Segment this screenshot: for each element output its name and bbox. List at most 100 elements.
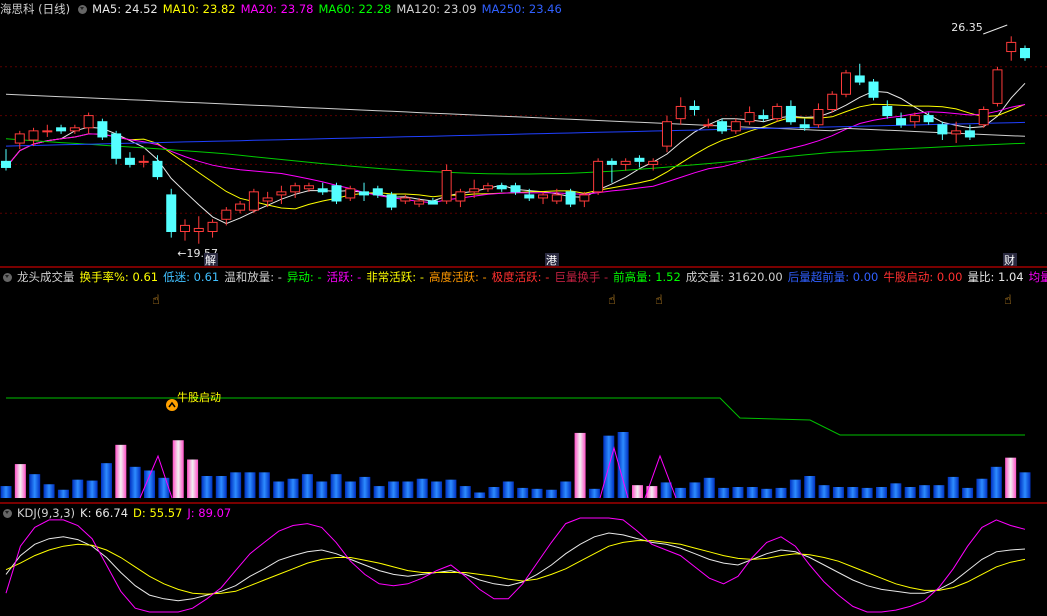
volume-bar bbox=[718, 487, 730, 498]
candle-body bbox=[565, 191, 576, 205]
candle-body bbox=[992, 69, 1003, 104]
candle bbox=[359, 182, 370, 201]
legend-item: 后量超前量: 0.00 bbox=[788, 270, 879, 284]
legend-value: 0.00 bbox=[936, 270, 963, 284]
threshold-line bbox=[6, 397, 1025, 436]
candlestick-chart[interactable]: 26.35←19.57解港财 bbox=[0, 0, 1047, 266]
hand-pointer-icon: ☝ bbox=[608, 293, 616, 308]
volume-bar bbox=[359, 476, 371, 498]
legend-item: 活跃: - bbox=[327, 270, 362, 284]
candle-body bbox=[290, 185, 301, 193]
price-chart-pane[interactable]: 海思科 (日线) MA5: 24.52 MA10: 23.82 MA20: 23.78… bbox=[0, 0, 1047, 266]
candle-body bbox=[303, 185, 314, 190]
legend-value: 1.04 bbox=[998, 270, 1024, 284]
volume-bar bbox=[388, 481, 400, 498]
volume-bar bbox=[861, 487, 873, 498]
price-header: 海思科 (日线) MA5: 24.52 MA10: 23.82 MA20: 23.78… bbox=[0, 0, 572, 18]
candle bbox=[1020, 45, 1030, 61]
indicator-dropdown-icon[interactable] bbox=[3, 509, 12, 518]
legend-item: 牛股启动: 0.00 bbox=[883, 270, 962, 284]
candle-body bbox=[964, 130, 975, 138]
legend-label: MA120: bbox=[396, 2, 444, 16]
volume-bar bbox=[316, 481, 328, 498]
legend-value: 66.74 bbox=[95, 506, 129, 520]
volume-bar bbox=[0, 486, 12, 498]
candle-body bbox=[166, 194, 177, 232]
volume-bar bbox=[244, 472, 256, 498]
volume-bar bbox=[531, 488, 543, 498]
candle-body bbox=[1006, 41, 1017, 53]
kdj-pane[interactable]: KDJ(9,3,3) K: 66.74 D: 55.57 J: 89.07 bbox=[0, 504, 1047, 616]
candle-body bbox=[372, 188, 383, 196]
candle-body bbox=[868, 81, 879, 98]
candle-body bbox=[138, 160, 149, 163]
legend-item: K: 66.74 bbox=[80, 506, 128, 520]
volume-header: 龙头成交量 换手率%: 0.61 低迷: 0.61 温和放量: - 异动: - 活跃: -… bbox=[0, 268, 1047, 286]
candle bbox=[124, 152, 135, 168]
volume-bar bbox=[215, 476, 227, 498]
candle bbox=[152, 155, 163, 180]
candle-body bbox=[97, 121, 108, 138]
volume-bar bbox=[746, 487, 758, 498]
legend-label: MA20: bbox=[240, 2, 281, 16]
volume-bar bbox=[675, 487, 687, 498]
candle bbox=[427, 197, 438, 205]
ma-legend: MA5: 24.52 MA10: 23.82 MA20: 23.78 MA60: 22… bbox=[92, 2, 567, 16]
candle bbox=[730, 118, 741, 134]
volume-bar bbox=[904, 487, 916, 498]
legend-label: 前高量: bbox=[613, 270, 656, 284]
volume-chart[interactable]: ☝ ☝ ☝ ☝ 牛股启动 bbox=[0, 268, 1047, 502]
candle-body bbox=[345, 188, 356, 199]
candle bbox=[565, 188, 576, 208]
legend-label: 换手率%: bbox=[79, 270, 133, 284]
legend-item: 前高量: 1.52 bbox=[613, 270, 681, 284]
volume-pane[interactable]: 龙头成交量 换手率%: 0.61 低迷: 0.61 温和放量: - 异动: - 活跃: -… bbox=[0, 268, 1047, 502]
legend-value: 89.07 bbox=[198, 506, 232, 520]
legend-label: 后量超前量: bbox=[787, 270, 853, 284]
indicator-dropdown-icon[interactable] bbox=[3, 273, 12, 282]
candle bbox=[482, 182, 493, 192]
legend-label: MA60: bbox=[318, 2, 359, 16]
candle bbox=[758, 109, 769, 122]
kdj-header: KDJ(9,3,3) K: 66.74 D: 55.57 J: 89.07 bbox=[0, 504, 236, 522]
volume-bar bbox=[631, 485, 643, 498]
candle-body bbox=[262, 197, 273, 202]
indicator-dropdown-icon[interactable] bbox=[78, 5, 88, 14]
volume-bar bbox=[976, 478, 988, 498]
volume-bar bbox=[689, 482, 701, 498]
volume-bar bbox=[474, 492, 486, 498]
stock-title[interactable]: 海思科 (日线) bbox=[0, 2, 70, 16]
legend-item: MA20: 23.78 bbox=[241, 2, 314, 16]
candle-body bbox=[42, 130, 53, 133]
candle-body bbox=[593, 160, 604, 193]
candle bbox=[400, 194, 411, 205]
candle bbox=[317, 182, 328, 195]
candle-body bbox=[276, 191, 287, 196]
candle bbox=[868, 79, 879, 101]
candle-body bbox=[606, 160, 617, 165]
candle bbox=[785, 100, 796, 125]
candle-body bbox=[744, 112, 755, 123]
volume-bar bbox=[344, 481, 356, 498]
volume-bar bbox=[1005, 457, 1017, 498]
volume-bar bbox=[273, 481, 285, 498]
legend-item: 均量 bbox=[1029, 270, 1047, 284]
candle-body bbox=[758, 115, 769, 120]
volume-bar bbox=[732, 487, 744, 498]
candle-body bbox=[69, 127, 80, 132]
volume-bar bbox=[172, 440, 184, 498]
candle-body bbox=[207, 221, 218, 233]
volume-bar bbox=[947, 476, 959, 498]
legend-label: 非常活跃: bbox=[366, 270, 420, 284]
volume-bar bbox=[560, 481, 572, 498]
legend-label: K: bbox=[80, 506, 96, 520]
candle-body bbox=[221, 209, 232, 220]
volume-bar bbox=[660, 482, 672, 498]
volume-bar bbox=[72, 479, 84, 498]
legend-value: 23.82 bbox=[202, 2, 236, 16]
volume-bar bbox=[818, 485, 830, 498]
legend-item: J: 89.07 bbox=[187, 506, 231, 520]
volume-bar bbox=[646, 486, 658, 498]
candle-body bbox=[317, 188, 328, 193]
candle-body bbox=[524, 194, 535, 199]
